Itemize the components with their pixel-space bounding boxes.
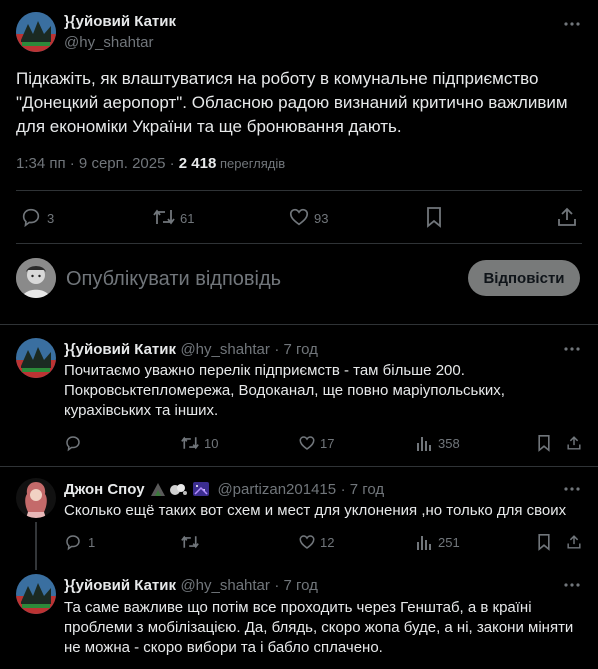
- divider: [0, 324, 598, 325]
- reply-icon[interactable]: [20, 206, 42, 228]
- like-count: 17: [320, 436, 335, 451]
- reply-text-line: проблеми з мобілізацією. Да, блядь, скор…: [64, 619, 574, 636]
- reply-author-handle[interactable]: @hy_shahtar: [180, 577, 269, 594]
- reply-author-name[interactable]: Джон Споу: [64, 481, 145, 498]
- tweet-text-line: "Донецкий аеропорт". Обласною радою визн…: [16, 93, 568, 112]
- tweet-text-line: Підкажіть, як влаштуватися на роботу в к…: [16, 69, 539, 88]
- reply-avatar[interactable]: [16, 574, 56, 614]
- like-count: 93: [314, 211, 329, 226]
- divider: [16, 243, 582, 244]
- views-count: 251: [438, 535, 460, 550]
- reply-avatar[interactable]: [16, 338, 56, 378]
- reply-text-line: Та саме важливе що потім все проходить ч…: [64, 599, 532, 616]
- retweet-icon[interactable]: [180, 533, 200, 551]
- reply-count: 1: [88, 535, 96, 550]
- author-handle[interactable]: @hy_shahtar: [64, 34, 153, 51]
- views-count: 2 418: [178, 155, 217, 172]
- like-count: 12: [320, 535, 335, 550]
- author-avatar[interactable]: [16, 12, 56, 52]
- more-icon[interactable]: [562, 577, 582, 593]
- reply-header: }{уйовий Катик @hy_shahtar · 7 год: [64, 577, 318, 595]
- reply-button[interactable]: Відповісти: [468, 260, 580, 296]
- reply-count: 3: [47, 211, 55, 226]
- user-avatar[interactable]: [16, 258, 56, 298]
- reply-text: Та саме важливе що потім все проходить ч…: [64, 598, 594, 658]
- retweet-count: 61: [180, 211, 195, 226]
- reply-avatar[interactable]: [16, 478, 56, 518]
- retweet-icon[interactable]: [180, 434, 200, 452]
- divider: [16, 190, 582, 191]
- more-icon[interactable]: [562, 481, 582, 497]
- share-icon[interactable]: [556, 206, 578, 228]
- divider: [0, 466, 598, 467]
- like-icon[interactable]: [298, 533, 316, 551]
- retweet-count: 10: [204, 436, 219, 451]
- reply-text-line: не можна - скоро вибори та і бабло сплач…: [64, 639, 383, 656]
- reply-author-name[interactable]: }{уйовий Катик: [64, 577, 176, 594]
- views-label: переглядів: [219, 156, 286, 171]
- bookmark-icon[interactable]: [536, 434, 552, 452]
- tweet-timestamp[interactable]: 1:34 пп · 9 серп. 2025 ·: [16, 155, 179, 172]
- tweet-meta: 1:34 пп · 9 серп. 2025 · 2 418 перегляді…: [16, 155, 285, 172]
- reply-text-line: курахівських та інших.: [64, 402, 219, 419]
- tweet-text: Підкажіть, як влаштуватися на роботу в к…: [16, 67, 586, 139]
- views-count: 358: [438, 436, 460, 451]
- share-icon[interactable]: [566, 434, 582, 452]
- emoji-badges: [149, 481, 213, 502]
- reply-author-name[interactable]: }{уйовий Катик: [64, 341, 176, 358]
- views-icon[interactable]: [416, 533, 432, 551]
- reply-text-line: Покровськтепломережа, Водоканал, ще повн…: [64, 382, 505, 399]
- reply-text-line: Почитаємо уважно перелік підприємств - т…: [64, 362, 465, 379]
- reply-time[interactable]: · 7 год: [274, 341, 318, 358]
- author-name[interactable]: }{уйовий Катик: [64, 13, 176, 30]
- tweet-text-line: для економіки України та ще бронювання д…: [16, 117, 402, 136]
- share-icon[interactable]: [566, 533, 582, 551]
- thread-line: [35, 522, 37, 570]
- reply-input[interactable]: Опублікувати відповідь: [66, 268, 281, 291]
- reply-text-line: Сколько ещё таких вот схем и мест для ук…: [64, 502, 567, 519]
- retweet-icon[interactable]: [152, 206, 176, 228]
- reply-header: }{уйовий Катик @hy_shahtar · 7 год: [64, 341, 318, 359]
- reply-icon[interactable]: [64, 434, 82, 452]
- reply-time[interactable]: · 7 год: [341, 481, 385, 498]
- reply-header: Джон Споу @partizan201415 · 7 год: [64, 481, 384, 502]
- views-icon[interactable]: [416, 434, 432, 452]
- reply-text: Почитаємо уважно перелік підприємств - т…: [64, 361, 584, 421]
- more-icon[interactable]: [562, 14, 582, 34]
- reply-author-handle[interactable]: @hy_shahtar: [180, 341, 269, 358]
- reply-time[interactable]: · 7 год: [274, 577, 318, 594]
- like-icon[interactable]: [288, 206, 310, 228]
- reply-text: Сколько ещё таких вот схем и мест для ук…: [64, 501, 584, 521]
- bookmark-icon[interactable]: [536, 533, 552, 551]
- reply-author-handle[interactable]: @partizan201415: [217, 481, 336, 498]
- bookmark-icon[interactable]: [424, 206, 444, 228]
- like-icon[interactable]: [298, 434, 316, 452]
- reply-icon[interactable]: [64, 533, 82, 551]
- more-icon[interactable]: [562, 341, 582, 357]
